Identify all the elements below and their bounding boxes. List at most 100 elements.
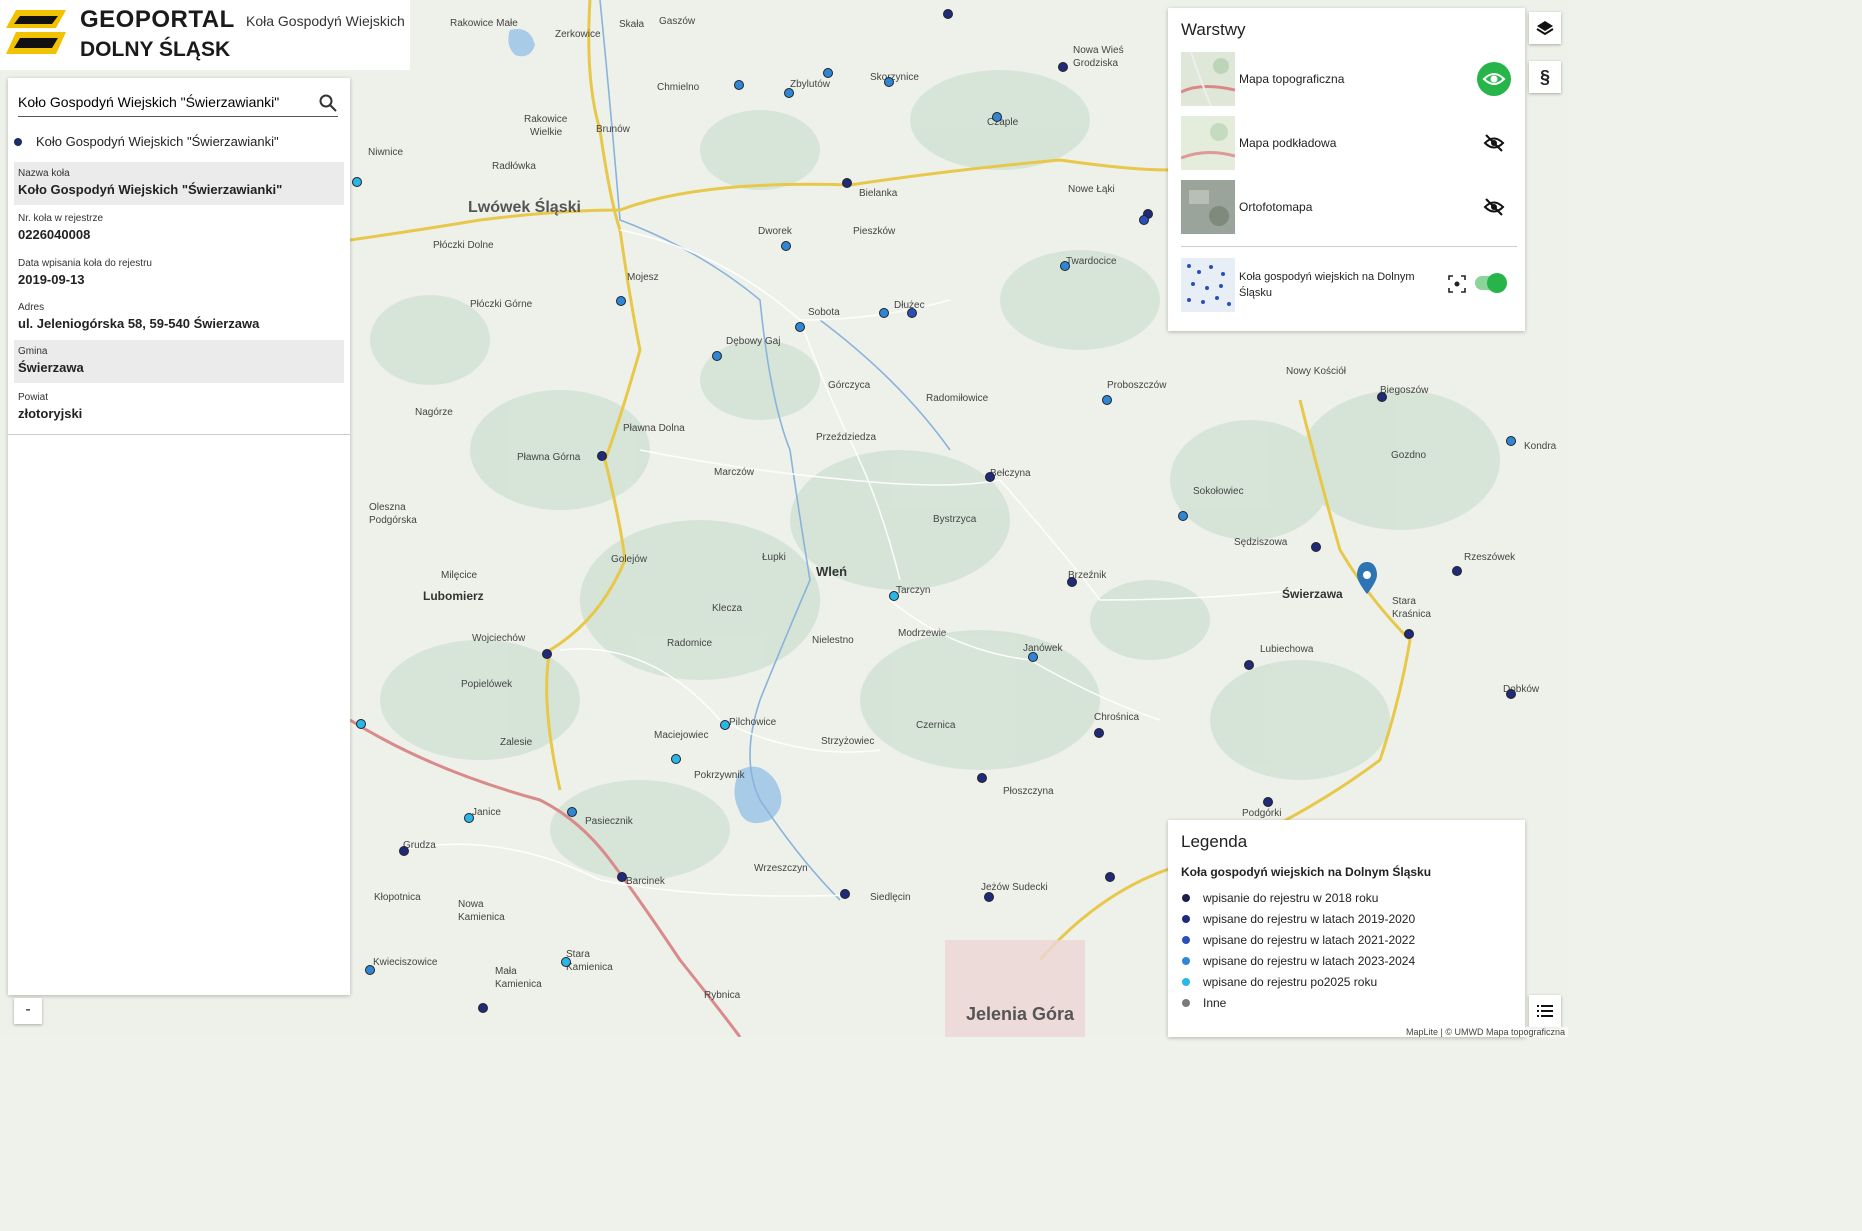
layers-title: Warstwy [1181,20,1246,39]
detail-value: Świerzawa [18,360,84,375]
kgw-point-marker[interactable] [734,80,744,90]
map-label: Marczów [714,467,755,478]
map-label: Proboszczów [1107,380,1167,391]
map-label: Radłówka [492,161,536,172]
kgw-point-marker[interactable] [1094,728,1104,738]
kgw-point-marker[interactable] [1377,392,1387,402]
kgw-point-marker[interactable] [352,177,362,187]
kgw-point-marker[interactable] [1452,566,1462,576]
geoportal-logo-icon[interactable] [6,6,68,58]
kgw-point-marker[interactable] [907,308,917,318]
layers-toggle-button[interactable] [1529,12,1561,44]
kgw-point-marker[interactable] [478,1003,488,1013]
layer-topographic[interactable]: Mapa topograficzna [1181,52,1519,106]
layer-kgw-overlay[interactable]: Koła gospodyń wiejskich na Dolnym Śląsku [1181,258,1519,312]
kgw-point-marker[interactable] [617,872,627,882]
kgw-point-marker[interactable] [1263,797,1273,807]
detail-register-date: Data wpisania koła do rejestru 2019-09-1… [14,252,344,295]
kgw-point-marker[interactable] [781,241,791,251]
kgw-point-marker[interactable] [365,965,375,975]
kgw-point-marker[interactable] [464,813,474,823]
map-label: Górczyca [828,380,871,391]
legend-item-label: wpisane do rejestru po2025 roku [1203,975,1378,989]
kgw-point-marker[interactable] [1506,689,1516,699]
layer-toggle-switch[interactable] [1475,273,1507,293]
kgw-point-marker[interactable] [597,451,607,461]
legend-toggle-button[interactable] [1529,995,1561,1027]
kgw-point-marker[interactable] [985,472,995,482]
toggle-knob [1487,273,1507,293]
map-label: Brunów [596,124,631,135]
search-result-item[interactable]: Koło Gospodyń Wiejskich "Świerzawianki" [14,134,279,149]
kgw-point-marker[interactable] [879,308,889,318]
kgw-point-marker[interactable] [842,178,852,188]
kgw-point-marker[interactable] [1178,511,1188,521]
legend-panel: Legenda Koła gospodyń wiejskich na Dolny… [1168,820,1525,1037]
layer-orthophoto[interactable]: Ortofotomapa [1181,180,1519,234]
map-label: Rybnica [704,990,741,1001]
kgw-point-marker[interactable] [795,322,805,332]
visibility-off-icon[interactable] [1477,126,1511,160]
map-label: Jelenia Góra [966,1004,1075,1024]
legal-info-button[interactable]: § [1529,61,1561,93]
kgw-point-marker[interactable] [1067,577,1077,587]
kgw-point-marker[interactable] [1404,629,1414,639]
detail-value: Koło Gospodyń Wiejskich "Świerzawianki" [18,182,283,197]
map-label: Przeździedza [816,432,876,443]
orthophoto-thumbnail-icon [1181,180,1235,234]
kgw-point-marker[interactable] [784,88,794,98]
kgw-point-marker[interactable] [542,649,552,659]
kgw-point-marker[interactable] [840,889,850,899]
map-label: Płóczki Dolne [433,240,494,251]
visibility-on-icon[interactable] [1477,62,1511,96]
zoom-to-layer-icon[interactable] [1447,274,1467,294]
map-label: Rakowice [524,114,568,125]
kgw-point-marker[interactable] [616,296,626,306]
kgw-point-marker[interactable] [1244,660,1254,670]
layer-base[interactable]: Mapa podkładowa [1181,116,1519,170]
kgw-point-marker[interactable] [823,68,833,78]
kgw-point-marker[interactable] [884,77,894,87]
kgw-point-marker[interactable] [1060,261,1070,271]
visibility-off-icon[interactable] [1477,190,1511,224]
search-input[interactable] [18,90,308,114]
map-label: Nowa [458,899,484,910]
kgw-point-marker[interactable] [1311,542,1321,552]
kgw-point-marker[interactable] [567,807,577,817]
kgw-point-marker[interactable] [992,112,1002,122]
kgw-point-marker[interactable] [1058,62,1068,72]
kgw-point-marker[interactable] [889,591,899,601]
info-panel: Koło Gospodyń Wiejskich "Świerzawianki" … [8,78,350,995]
map-label: Stara [566,949,590,960]
map-label: Dębowy Gaj [726,336,780,347]
kgw-point-marker[interactable] [1506,436,1516,446]
kgw-point-marker[interactable] [1139,215,1149,225]
kgw-point-marker[interactable] [943,9,953,19]
map-label: Bełczyna [990,468,1031,479]
kgw-point-marker[interactable] [720,720,730,730]
map-label: Kłopotnica [374,892,421,903]
map-label: Maciejowiec [654,730,708,741]
kgw-point-marker[interactable] [1102,395,1112,405]
kgw-point-marker[interactable] [399,846,409,856]
map-label: Pokrzywnik [694,770,746,781]
map-label: Czaple [987,117,1019,128]
kgw-point-marker[interactable] [356,719,366,729]
detail-gmina: Gmina Świerzawa [14,340,344,383]
search-icon[interactable] [318,93,338,113]
collapse-panel-button[interactable]: - [14,998,42,1024]
kgw-point-marker[interactable] [1105,872,1115,882]
map-label: Mojesz [627,272,659,283]
map-label: Rzeszówek [1464,552,1516,563]
map-label: Pławna Dolna [623,423,685,434]
map-label: Pieszków [853,226,896,237]
kgw-point-marker[interactable] [977,773,987,783]
map-label: Czernica [916,720,956,731]
kgw-point-marker[interactable] [1028,652,1038,662]
kgw-point-marker[interactable] [671,754,681,764]
map-label: Stara [1392,596,1416,607]
kgw-point-marker[interactable] [712,351,722,361]
base-map-thumbnail-icon [1181,116,1235,170]
kgw-point-marker[interactable] [561,957,571,967]
kgw-point-marker[interactable] [984,892,994,902]
